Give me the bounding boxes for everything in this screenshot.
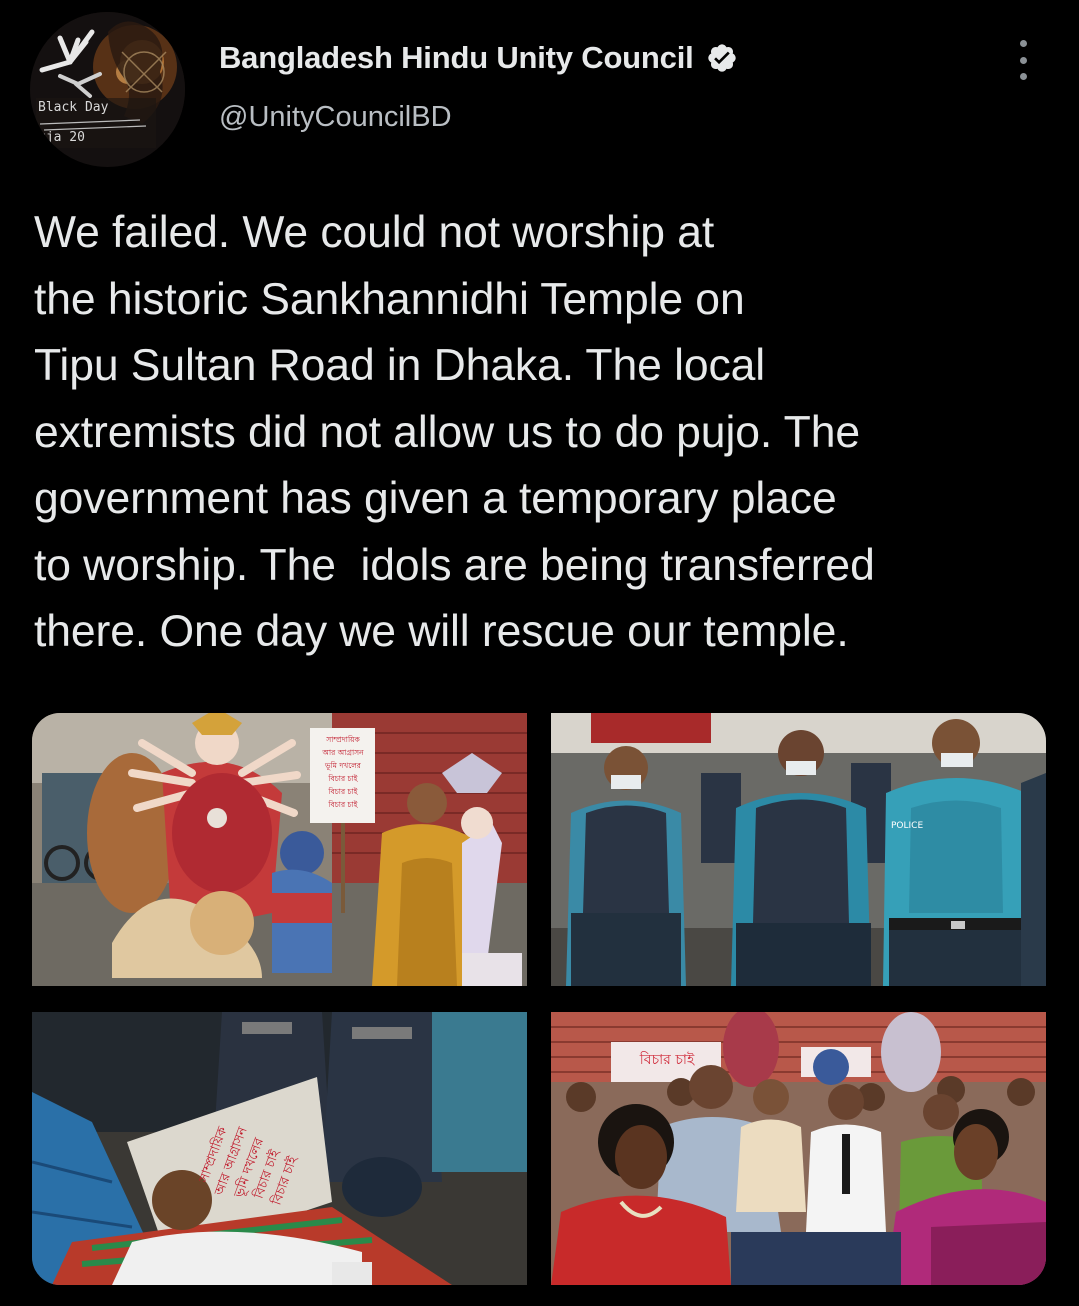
more-dot [1019,73,1027,80]
verified-badge-icon [707,44,736,72]
tweet: Black Day uja 20 Bangladesh Hindu Unity … [0,0,1079,1306]
more-dot [1019,56,1027,64]
photo-idols-artwork [32,713,527,986]
protest-sign-text: সাম্প্রদায়িক আর আগ্রাসন ভূমি দখলের বিচা… [322,735,364,809]
media-grid: সাম্প্রদায়িক আর আগ্রাসন ভূমি দখলের বিচা… [32,713,1046,1285]
more-dot [1019,40,1027,47]
uniform-label: POLICE [891,821,924,831]
banner-text: বিচার চাই [639,1052,695,1068]
display-name[interactable]: Bangladesh Hindu Unity Council [219,40,694,76]
more-options-icon[interactable] [1010,38,1036,82]
photo-idols-woman[interactable]: সাম্প্রদায়িক আর আগ্রাসন ভূমি দখলের বিচা… [32,713,527,986]
photo-protester-lying[interactable]: সাম্প্রদায়িক আর আগ্রাসন ভূমি দখলের বিচা… [32,1012,527,1285]
author-name-row[interactable]: Bangladesh Hindu Unity Council [219,38,738,78]
author-handle[interactable]: @UnityCouncilBD [219,101,452,134]
photo-sit-in-crowd[interactable]: বিচার চাই [551,1012,1046,1285]
photo-police-line[interactable]: POLICE [551,713,1046,986]
photo-police-artwork [551,713,1046,986]
profile-avatar[interactable]: Black Day uja 20 [30,12,185,167]
avatar-overlay-text: Black Day uja 20 [38,100,109,145]
tweet-text: We failed. We could not worship at the h… [34,208,875,656]
